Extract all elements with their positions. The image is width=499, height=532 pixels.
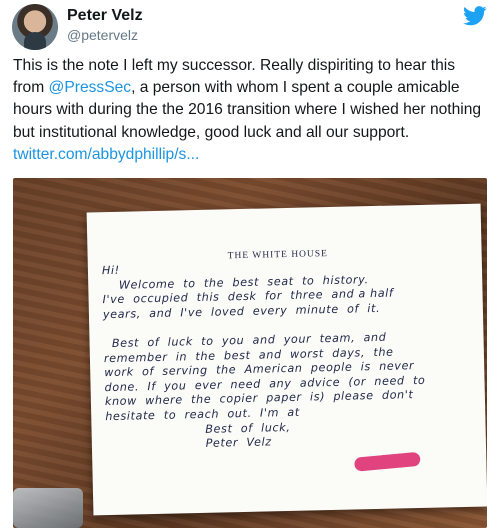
handwritten-note: Hi! Welcome to the best seat to history.… [102, 256, 478, 454]
tweet-text: This is the note I left my successor. Re… [13, 55, 487, 166]
quoted-tweet-link[interactable]: twitter.com/abbydphillip/s... [13, 146, 199, 163]
desk-object [13, 488, 83, 528]
author-display-name[interactable]: Peter Velz [67, 7, 143, 25]
twitter-bird-icon[interactable] [463, 6, 487, 26]
handwritten-note-card: THE WHITE HOUSE Hi! Welcome to the best … [86, 203, 487, 516]
tweet-photo[interactable]: THE WHITE HOUSE Hi! Welcome to the best … [13, 178, 487, 528]
avatar[interactable] [12, 4, 58, 50]
tweet-header: Peter Velz @petervelz [12, 4, 487, 50]
redaction-mark [353, 451, 421, 472]
mention-link[interactable]: @PressSec [49, 79, 132, 96]
author-handle[interactable]: @petervelz [67, 27, 138, 43]
